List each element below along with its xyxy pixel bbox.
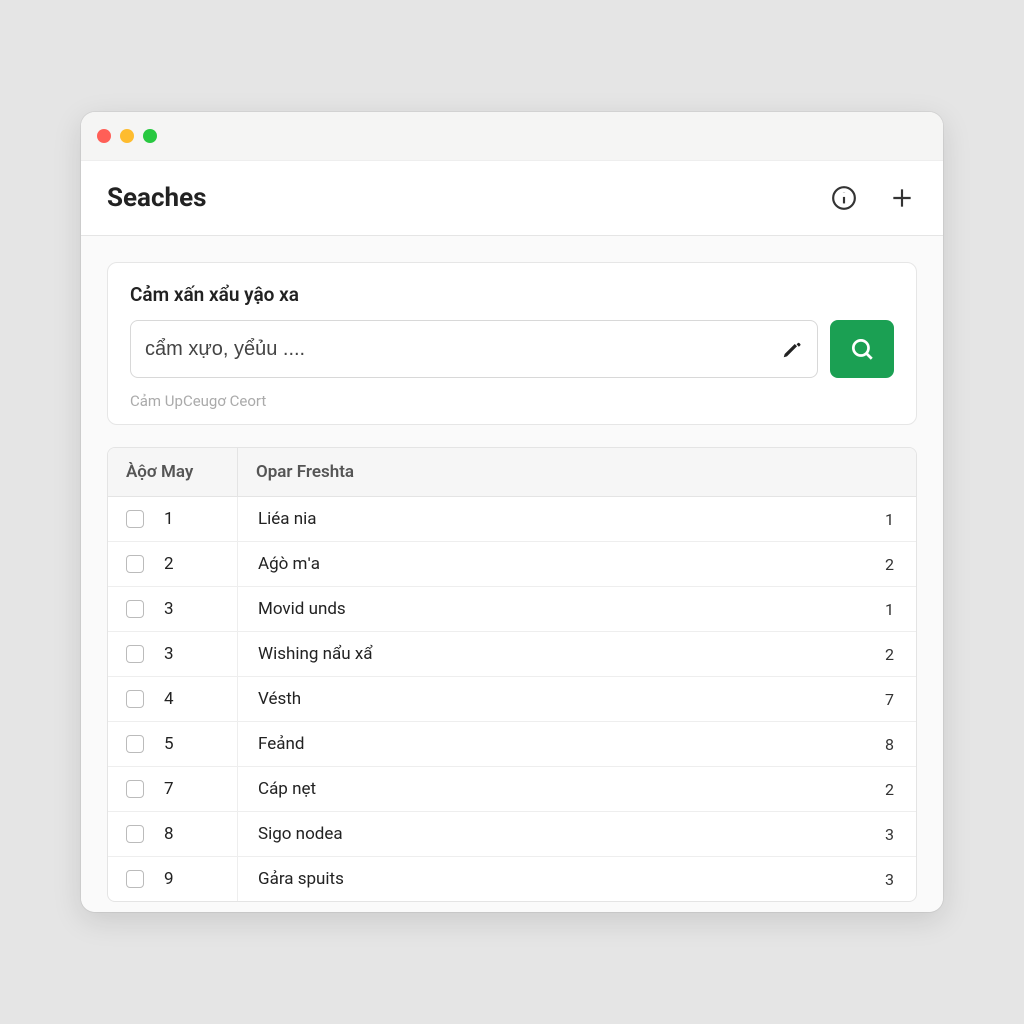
cell-desc: Vésth 7: [238, 677, 916, 721]
cell-may: 4: [108, 677, 238, 721]
row-desc: Wishing nẩu xẩ: [258, 644, 373, 664]
table-body: 1 Liéa nia 1 2 Aǵò mʹa 2 3 Movid unds 1 3 Wishing …: [108, 497, 916, 901]
row-count: 3: [885, 870, 894, 889]
info-icon: [831, 185, 857, 211]
cell-desc: Movid unds 1: [238, 587, 916, 631]
search-input[interactable]: [145, 338, 781, 361]
titlebar: [81, 112, 943, 160]
page-header: Seaches: [81, 160, 943, 236]
table-row[interactable]: 7 Cáp nẹt 2: [108, 767, 916, 812]
cell-may: 1: [108, 497, 238, 541]
minimize-window-button[interactable]: [120, 129, 134, 143]
search-panel: Cảm xấn xẩu yậo xa Cảm UpCeugơ Ceort: [107, 262, 917, 425]
cell-may: 8: [108, 812, 238, 856]
cell-may: 2: [108, 542, 238, 586]
table-row[interactable]: 3 Wishing nẩu xẩ 2: [108, 632, 916, 677]
content-area: Cảm xấn xẩu yậo xa Cảm UpCeugơ Ceort: [81, 236, 943, 912]
cell-desc: Sigo nodea 3: [238, 812, 916, 856]
table-row[interactable]: 3 Movid unds 1: [108, 587, 916, 632]
row-desc: Cáp nẹt: [258, 779, 316, 799]
row-count: 2: [885, 780, 894, 799]
results-table: Àộơ May Opar Freshta 1Liéa nia12Aǵò mʹa2…: [107, 447, 917, 902]
header-actions: [829, 183, 917, 213]
maximize-window-button[interactable]: [143, 129, 157, 143]
cell-may: 9: [108, 857, 238, 901]
cell-desc: Cáp nẹt 2: [238, 767, 916, 811]
row-index: 3: [164, 599, 174, 619]
row-index: 3: [164, 644, 174, 664]
row-checkbox[interactable]: [126, 825, 144, 843]
cell-desc: Gảra spuits 3: [238, 857, 916, 901]
cell-desc: Feảnd 8: [238, 722, 916, 766]
row-desc: Aǵò mʹa: [258, 554, 320, 574]
table-row[interactable]: 1 Liéa nia 1: [108, 497, 916, 542]
table-row[interactable]: 5 Feảnd 8: [108, 722, 916, 767]
row-checkbox[interactable]: [126, 780, 144, 798]
table-header: Àộơ May Opar Freshta: [108, 448, 916, 497]
row-checkbox[interactable]: [126, 510, 144, 528]
row-desc: Gảra spuits: [258, 869, 344, 889]
column-header-may[interactable]: Àộơ May: [108, 448, 238, 496]
column-header-desc[interactable]: Opar Freshta: [238, 448, 916, 496]
plus-icon: [889, 185, 915, 211]
row-count: 2: [885, 555, 894, 574]
cell-desc: Liéa nia 1: [238, 497, 916, 541]
row-checkbox[interactable]: [126, 735, 144, 753]
app-window: Seaches Cảm xấn xẩu yậo xa: [81, 112, 943, 912]
cell-desc: Wishing nẩu xẩ 2: [238, 632, 916, 676]
search-button[interactable]: [830, 320, 894, 378]
table-row[interactable]: 9 Gảra spuits 3: [108, 857, 916, 901]
table-row[interactable]: 4 Vésth 7: [108, 677, 916, 722]
row-count: 2: [885, 645, 894, 664]
row-index: 2: [164, 554, 174, 574]
add-button[interactable]: [887, 183, 917, 213]
row-checkbox[interactable]: [126, 600, 144, 618]
edit-icon[interactable]: [781, 338, 803, 360]
row-count: 8: [885, 735, 894, 754]
search-icon: [849, 336, 875, 362]
row-checkbox[interactable]: [126, 870, 144, 888]
cell-desc: Aǵò mʹa 2: [238, 542, 916, 586]
row-index: 9: [164, 869, 174, 889]
row-desc: Liéa nia: [258, 509, 317, 529]
cell-may: 3: [108, 632, 238, 676]
table-row[interactable]: 8 Sigo nodea 3: [108, 812, 916, 857]
search-row: [130, 320, 894, 378]
row-index: 1: [164, 509, 174, 529]
row-desc: Movid unds: [258, 599, 346, 619]
search-input-wrapper: [130, 320, 818, 378]
close-window-button[interactable]: [97, 129, 111, 143]
row-count: 1: [885, 600, 894, 619]
row-desc: Vésth: [258, 689, 301, 709]
traffic-lights: [97, 129, 157, 143]
search-hint: Cảm UpCeugơ Ceort: [130, 392, 894, 410]
cell-may: 5: [108, 722, 238, 766]
search-title: Cảm xấn xẩu yậo xa: [130, 283, 894, 306]
row-index: 7: [164, 779, 174, 799]
row-desc: Sigo nodea: [258, 824, 343, 844]
row-index: 5: [164, 734, 174, 754]
cell-may: 3: [108, 587, 238, 631]
table-row[interactable]: 2 Aǵò mʹa 2: [108, 542, 916, 587]
info-button[interactable]: [829, 183, 859, 213]
row-index: 4: [164, 689, 174, 709]
page-title: Seaches: [107, 183, 206, 213]
row-desc: Feảnd: [258, 734, 304, 754]
row-checkbox[interactable]: [126, 690, 144, 708]
row-checkbox[interactable]: [126, 555, 144, 573]
row-checkbox[interactable]: [126, 645, 144, 663]
row-index: 8: [164, 824, 174, 844]
row-count: 3: [885, 825, 894, 844]
row-count: 1: [885, 510, 894, 529]
cell-may: 7: [108, 767, 238, 811]
row-count: 7: [885, 690, 894, 709]
